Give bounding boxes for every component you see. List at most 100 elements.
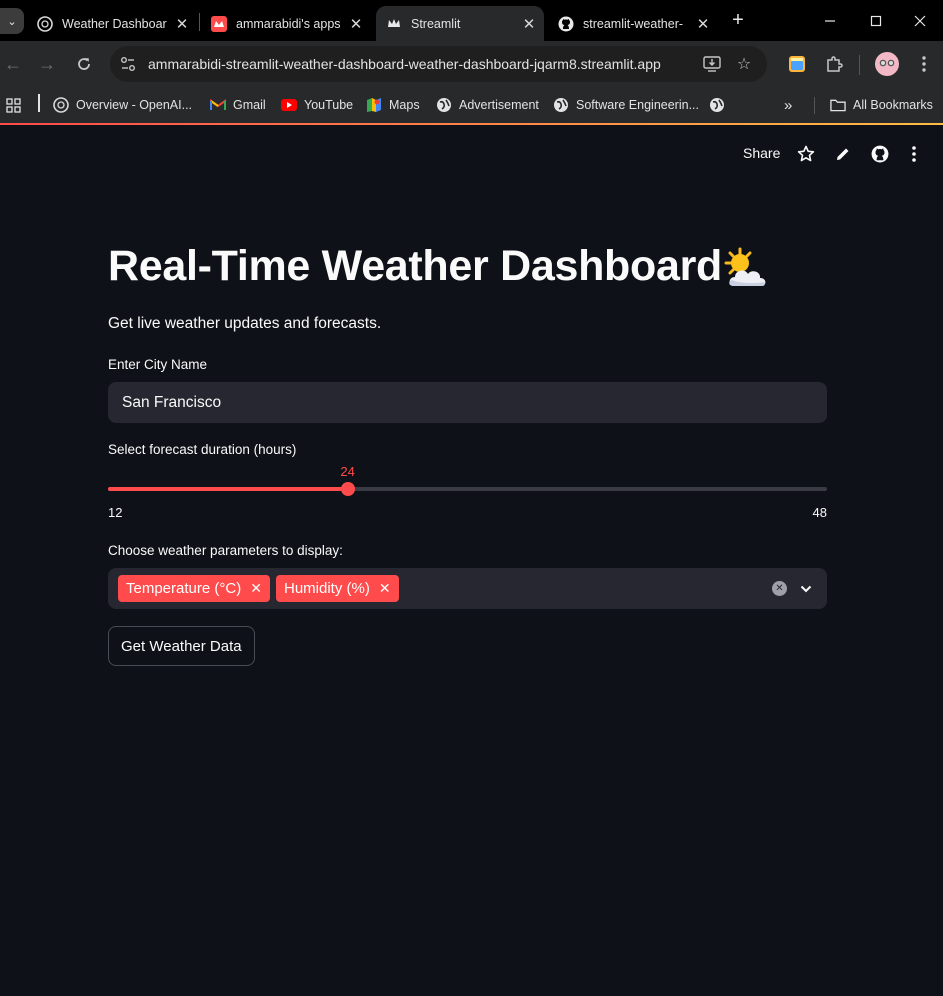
bookmark-label: Overview - OpenAI...: [76, 98, 193, 112]
bookmark-label: Gmail: [233, 98, 266, 112]
install-app-icon: [703, 56, 721, 72]
city-name-input[interactable]: [108, 382, 827, 423]
remove-chip-icon[interactable]: ✕: [250, 580, 262, 597]
bookmark-globe[interactable]: [709, 95, 732, 115]
tab-search-button[interactable]: ⌄: [0, 8, 24, 34]
profile-avatar[interactable]: [874, 51, 900, 77]
share-button[interactable]: Share: [743, 145, 780, 161]
close-tab-icon[interactable]: ✕: [518, 15, 540, 33]
kebab-menu-icon: [912, 146, 916, 162]
sun-behind-cloud-icon: [724, 247, 766, 286]
bookmark-maps[interactable]: Maps: [366, 95, 420, 115]
install-app-button[interactable]: [701, 53, 723, 75]
browser-tab-strip: ⌄ Weather Dashboar ✕ ammarabidi's apps ✕…: [0, 0, 943, 41]
star-outline-icon: [797, 145, 815, 162]
apps-grid-icon: [6, 97, 21, 113]
tab-title: streamlit-weather-: [583, 16, 684, 31]
pencil-icon: [837, 148, 849, 160]
kebab-menu-icon: [922, 56, 926, 72]
dropdown-toggle[interactable]: [796, 579, 816, 599]
bookmark-star-button[interactable]: ☆: [733, 53, 755, 75]
tab-title: Streamlit: [411, 16, 461, 31]
weather-parameters-multiselect[interactable]: Temperature (°C) ✕ Humidity (%) ✕ ✕: [108, 568, 827, 609]
star-outline-icon: ☆: [736, 56, 752, 73]
forecast-duration-slider[interactable]: [108, 482, 827, 496]
tab-streamlit-active[interactable]: Streamlit ✕: [376, 6, 544, 41]
chevron-down-icon: ⌄: [7, 15, 17, 28]
close-icon: [914, 15, 926, 27]
folder-icon: [830, 97, 846, 113]
get-weather-data-button[interactable]: Get Weather Data: [108, 626, 255, 666]
bookmarks-overflow-button[interactable]: »: [784, 95, 792, 115]
tab-weather-dashboard[interactable]: Weather Dashboar ✕: [27, 6, 197, 41]
globe-icon: [709, 97, 725, 113]
tab-divider: [199, 13, 200, 31]
puzzle-piece-icon: [827, 56, 843, 72]
maximize-window-button[interactable]: [856, 8, 896, 34]
close-tab-icon[interactable]: ✕: [692, 15, 714, 33]
edit-button[interactable]: [832, 143, 854, 165]
reload-button[interactable]: [71, 51, 97, 77]
close-window-button[interactable]: [900, 8, 940, 34]
tab-title: ammarabidi's apps: [236, 16, 341, 31]
google-maps-icon: [366, 97, 382, 113]
arrow-right-icon: →: [38, 53, 56, 74]
chip-label: Temperature (°C): [126, 580, 242, 597]
streamlit-crown-icon: [386, 16, 402, 32]
remove-chip-icon[interactable]: ✕: [379, 580, 391, 597]
bookmark-gmail[interactable]: Gmail: [210, 95, 266, 115]
bookmarks-divider: [814, 97, 815, 114]
bookmark-label: Maps: [389, 98, 420, 112]
close-tab-icon[interactable]: ✕: [171, 15, 193, 33]
apps-button[interactable]: [6, 95, 21, 115]
back-button[interactable]: ←: [0, 51, 26, 77]
bookmark-software-engineering[interactable]: Software Engineerin...: [553, 95, 699, 115]
bookmark-label: Software Engineerin...: [576, 98, 699, 112]
all-bookmarks-button[interactable]: All Bookmarks: [830, 95, 933, 115]
double-chevron-icon: »: [784, 96, 793, 114]
forecast-slider-label: Select forecast duration (hours): [108, 442, 297, 457]
minimize-window-button[interactable]: [810, 8, 850, 34]
avatar-icon: [875, 52, 899, 76]
city-input-label: Enter City Name: [108, 357, 208, 372]
chip-label: Humidity (%): [284, 580, 370, 597]
new-tab-button[interactable]: +: [727, 9, 749, 31]
bookmark-youtube[interactable]: YouTube: [281, 95, 353, 115]
close-tab-icon[interactable]: ✕: [345, 15, 367, 33]
gmail-icon: [210, 97, 226, 113]
favorite-button[interactable]: [795, 143, 817, 165]
bookmark-openai[interactable]: Overview - OpenAI...: [53, 95, 192, 115]
maximize-icon: [870, 15, 882, 27]
app-menu-button[interactable]: [903, 143, 925, 165]
parameters-label: Choose weather parameters to display:: [108, 543, 343, 558]
url-text: ammarabidi-streamlit-weather-dashboard-w…: [148, 56, 661, 72]
github-button[interactable]: [869, 143, 891, 165]
extension-colorful-icon: [789, 56, 805, 72]
site-settings-icon[interactable]: [119, 55, 137, 73]
toolbar-divider: [859, 55, 860, 75]
page-subtitle: Get live weather updates and forecasts.: [108, 315, 382, 332]
openai-favicon-icon: [37, 15, 53, 32]
reload-icon: [78, 58, 90, 70]
tab-github-repo[interactable]: streamlit-weather- ✕: [548, 6, 718, 41]
address-bar[interactable]: ammarabidi-streamlit-weather-dashboard-w…: [110, 46, 767, 82]
slider-min-value: 12: [108, 505, 123, 520]
bookmarks-bar: Overview - OpenAI... Gmail YouTube Maps …: [0, 88, 943, 123]
bookmark-advertisement[interactable]: Advertisement: [436, 95, 539, 115]
github-icon: [871, 145, 889, 163]
tab-title: Weather Dashboar: [62, 16, 167, 31]
slider-thumb[interactable]: [340, 482, 355, 496]
page-title: Real-Time Weather Dashboard: [108, 242, 722, 290]
extensions-menu-button[interactable]: [822, 51, 846, 77]
slider-fill: [108, 487, 348, 491]
clear-all-icon[interactable]: ✕: [772, 581, 787, 596]
extension-button[interactable]: [785, 51, 809, 77]
globe-icon: [553, 97, 569, 113]
bookmarks-separator: [38, 94, 40, 112]
chevron-down-icon: [800, 585, 812, 593]
browser-toolbar: ← → ammarabidi-streamlit-weather-dashboa…: [0, 41, 943, 88]
tab-ammarabidi-apps[interactable]: ammarabidi's apps ✕: [201, 6, 371, 41]
forward-button[interactable]: →: [34, 51, 60, 77]
arrow-left-icon: ←: [4, 53, 22, 74]
browser-menu-button[interactable]: [912, 51, 936, 77]
